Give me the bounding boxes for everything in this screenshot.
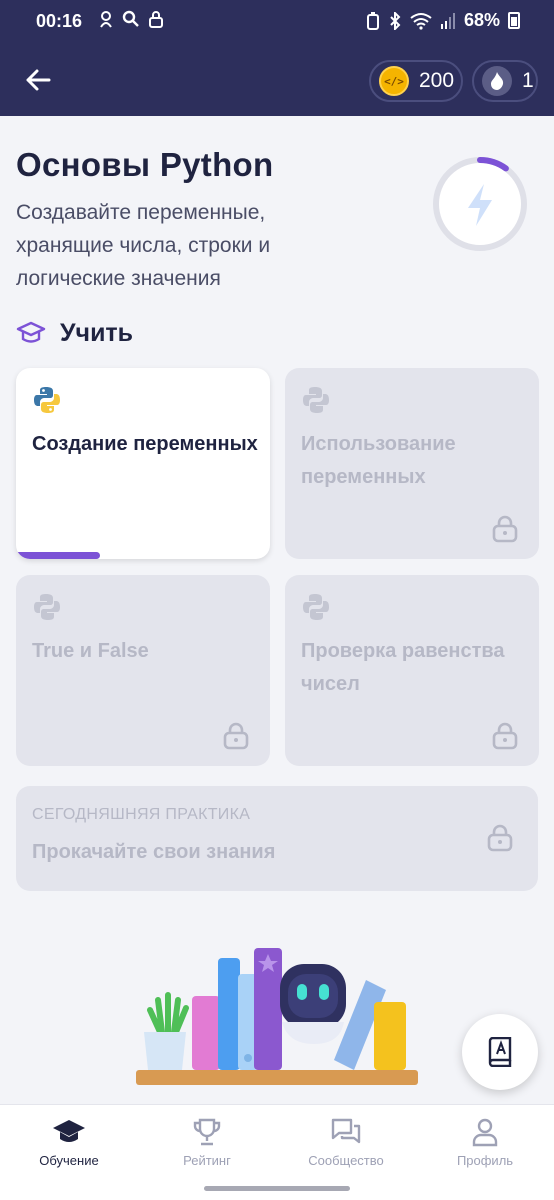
page-title: Основы Python	[16, 146, 274, 183]
lesson-title: Использование переменных	[301, 433, 456, 488]
daily-practice-card[interactable]: СЕГОДНЯШНЯЯ ПРАКТИКА Прокачайте свои зна…	[16, 786, 538, 891]
bookshelf-illustration	[136, 948, 418, 1085]
status-time: 00:16	[36, 11, 83, 31]
nav-item-learning[interactable]: Обучение	[0, 1105, 138, 1183]
section-title: Учить	[60, 318, 134, 347]
battery-icon	[508, 12, 520, 29]
app-header: 00:16 68% </> 200 1	[0, 0, 554, 116]
nav-item-community[interactable]: Сообщество	[277, 1105, 415, 1183]
lock-icon	[492, 722, 518, 750]
nav-item-profile[interactable]: Профиль	[416, 1105, 554, 1183]
lock-status-icon	[149, 11, 163, 28]
coins-value: 200	[419, 69, 455, 92]
coins-counter[interactable]: </> 200	[369, 60, 463, 102]
signal-icon	[440, 12, 455, 29]
bluetooth-icon	[390, 11, 401, 30]
nav-label: Рейтинг	[183, 1153, 231, 1168]
trophy-icon	[193, 1118, 221, 1146]
lesson-title: Проверка равенства чисел	[301, 640, 505, 695]
python-icon	[303, 594, 329, 620]
python-icon	[34, 387, 60, 413]
battery-saver-icon	[366, 11, 379, 30]
nav-label: Профиль	[456, 1153, 514, 1168]
course-description: Создавайте переменные, хранящие числа, с…	[16, 201, 271, 290]
lesson-title: Создание переменных	[32, 433, 258, 455]
status-bar: 00:16 68%	[0, 0, 554, 44]
notification-icon	[100, 11, 112, 28]
lesson-title: True и False	[32, 640, 149, 662]
lock-icon	[223, 722, 249, 750]
chat-bubbles-icon	[331, 1118, 361, 1144]
lesson-card-3[interactable]: True и False	[16, 575, 270, 766]
back-arrow-icon[interactable]	[22, 64, 54, 96]
nav-label: Сообщество	[308, 1153, 384, 1168]
notification-icons	[98, 10, 164, 28]
lock-icon	[492, 515, 518, 543]
system-icons: 68%	[366, 10, 520, 31]
course-progress-ring	[433, 157, 527, 251]
search-icon	[122, 10, 139, 27]
practice-title: Прокачайте свои знания	[32, 841, 276, 863]
battery-percent: 68%	[463, 10, 500, 30]
streak-value: 1	[522, 69, 534, 92]
python-icon	[34, 594, 60, 620]
lesson-card-2[interactable]: Использование переменных	[285, 368, 539, 559]
lock-icon	[487, 824, 513, 852]
lesson-card-4[interactable]: Проверка равенства чисел	[285, 575, 539, 766]
person-icon	[472, 1118, 498, 1147]
nav-item-rating[interactable]: Рейтинг	[138, 1105, 276, 1183]
lesson-card-1[interactable]: Создание переменных	[16, 368, 270, 559]
graduation-cap-icon	[16, 321, 46, 343]
graduation-cap-icon	[53, 1120, 85, 1142]
glossary-button[interactable]	[462, 1014, 538, 1090]
python-icon	[303, 387, 329, 413]
nav-label: Обучение	[39, 1153, 99, 1168]
home-indicator[interactable]	[204, 1186, 350, 1191]
lesson-progress-bar	[16, 552, 100, 559]
streak-counter[interactable]: 1	[472, 60, 538, 102]
learn-section-header: Учить	[16, 318, 133, 348]
wifi-icon	[410, 12, 432, 30]
practice-caption: СЕГОДНЯШНЯЯ ПРАКТИКА	[32, 806, 251, 823]
flame-icon	[482, 66, 512, 96]
code-coin-icon: </>	[379, 66, 409, 96]
book-icon	[488, 1037, 512, 1067]
